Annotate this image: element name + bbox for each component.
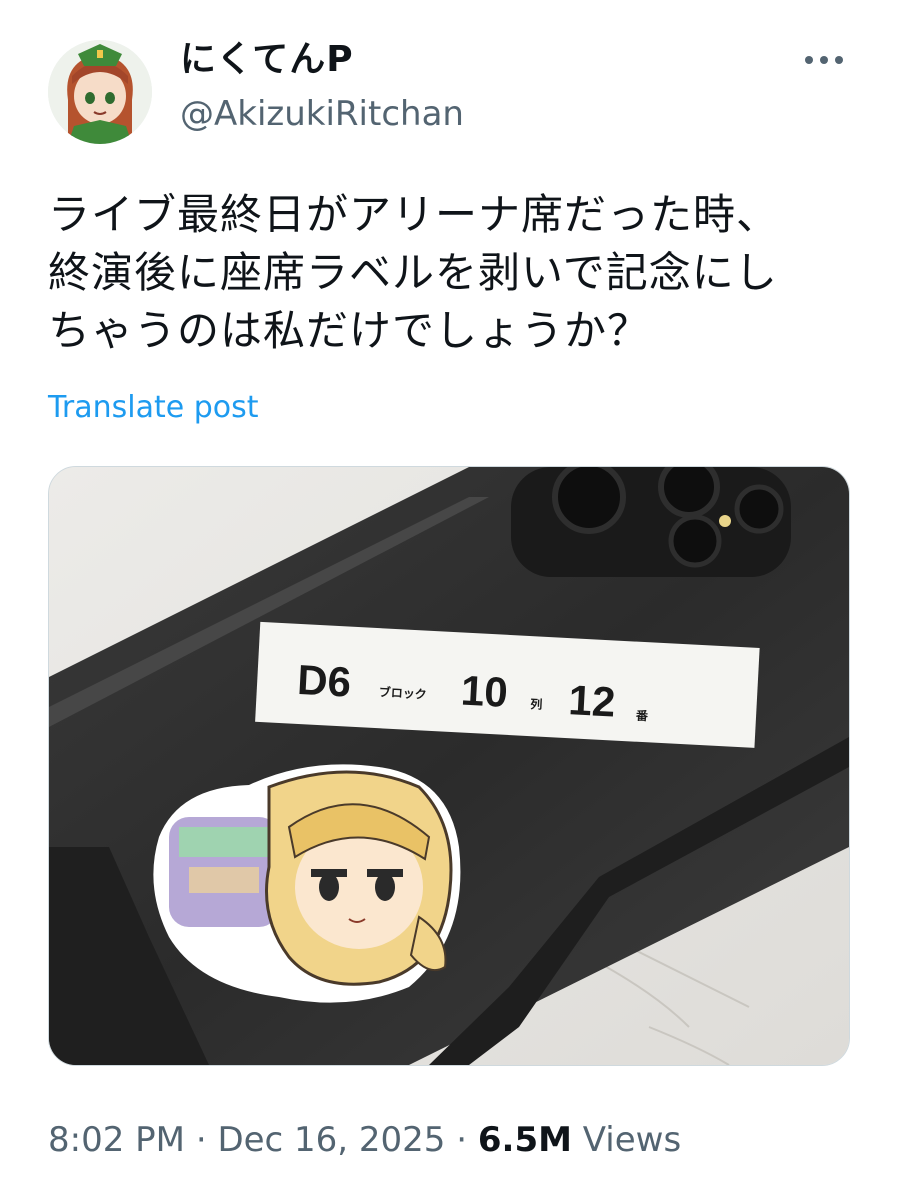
seat-number: 12 — [567, 676, 616, 725]
avatar[interactable] — [48, 40, 152, 144]
post-text-line: ライブ最終日がアリーナ席だった時、 — [48, 190, 780, 239]
meta-separator: · — [456, 1120, 468, 1160]
more-options-button[interactable] — [796, 38, 852, 82]
author-handle[interactable]: @AkizukiRitchan — [180, 92, 464, 136]
meta-separator: · — [195, 1120, 207, 1160]
seat-row: 10 — [460, 667, 509, 716]
post-media-image[interactable]: D6 ブロック 10 列 12 番 — [48, 466, 850, 1066]
views-count[interactable]: 6.5M — [478, 1120, 572, 1160]
phone-case-photo: D6 ブロック 10 列 12 番 — [49, 467, 849, 1065]
post-text-line: 終演後に座席ラベルを剥いで記念にし — [48, 248, 778, 297]
translate-post-link[interactable]: Translate post — [48, 388, 259, 428]
post-date[interactable]: Dec 16, 2025 — [217, 1120, 445, 1160]
views-label: Views — [582, 1120, 682, 1160]
anime-character-avatar-icon — [48, 40, 152, 144]
seat-row-unit: 列 — [530, 696, 543, 712]
chibi-character-sticker — [153, 764, 461, 1003]
more-options-icon — [805, 56, 843, 64]
post-text: ライブ最終日がアリーナ席だった時、 終演後に座席ラベルを剥いで記念にし ちゃうの… — [48, 186, 868, 360]
post-meta: 8:02 PM · Dec 16, 2025 · 6.5M Views — [48, 1116, 681, 1164]
seat-number-unit: 番 — [635, 708, 650, 724]
seat-block: D6 — [296, 656, 352, 706]
author-display-name[interactable]: にくてんP — [180, 38, 354, 82]
post-time[interactable]: 8:02 PM — [48, 1120, 185, 1160]
post-text-line: ちゃうのは私だけでしょうか？ — [48, 306, 651, 355]
seat-block-unit: ブロック — [378, 684, 427, 701]
